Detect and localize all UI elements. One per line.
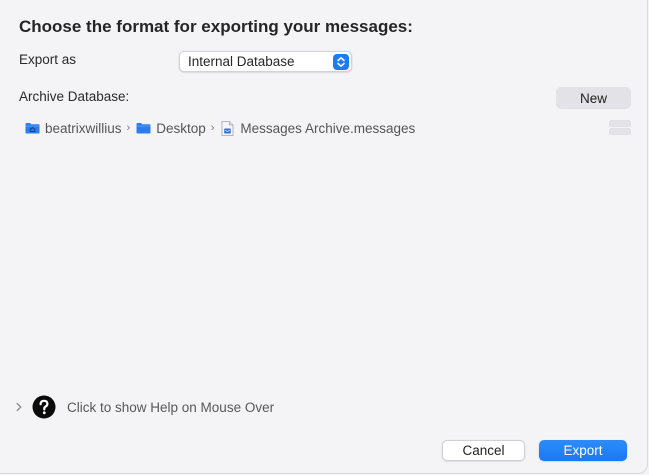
chevron-right-icon[interactable] — [14, 402, 24, 412]
question-mark-icon[interactable] — [32, 395, 56, 419]
select-stepper-icon — [333, 54, 349, 70]
path-separator-icon: › — [210, 122, 215, 134]
help-text: Click to show Help on Mouse Over — [67, 399, 275, 415]
path-separator-icon: › — [126, 122, 131, 134]
path-label-file: Messages Archive.messages — [240, 120, 416, 136]
export-format-value: Internal Database — [188, 54, 295, 69]
new-archive-button[interactable]: New — [556, 87, 631, 109]
path-segment-file[interactable]: Messages Archive.messages — [220, 121, 415, 136]
archive-database-label: Archive Database: — [19, 89, 130, 104]
export-format-select[interactable]: Internal Database — [179, 51, 352, 72]
cancel-button[interactable]: Cancel — [442, 440, 525, 461]
archive-path-control[interactable]: beatrixwillius › Desktop › Messages Arch… — [25, 119, 415, 137]
folder-icon — [136, 123, 151, 134]
document-icon — [222, 120, 234, 136]
path-label-home: beatrixwillius — [45, 120, 122, 136]
export-dialog: Choose the format for exporting your mes… — [0, 0, 648, 474]
export-button[interactable]: Export — [539, 440, 627, 461]
path-segment-home[interactable]: beatrixwillius — [25, 121, 122, 136]
path-label-desktop: Desktop — [156, 120, 206, 136]
export-as-label: Export as — [19, 52, 77, 67]
home-folder-icon — [25, 123, 40, 134]
help-toggle-row[interactable]: Click to show Help on Mouse Over — [14, 393, 274, 421]
dialog-title: Choose the format for exporting your mes… — [19, 17, 413, 36]
list-view-icon[interactable] — [609, 120, 631, 135]
path-segment-desktop[interactable]: Desktop — [136, 121, 206, 136]
